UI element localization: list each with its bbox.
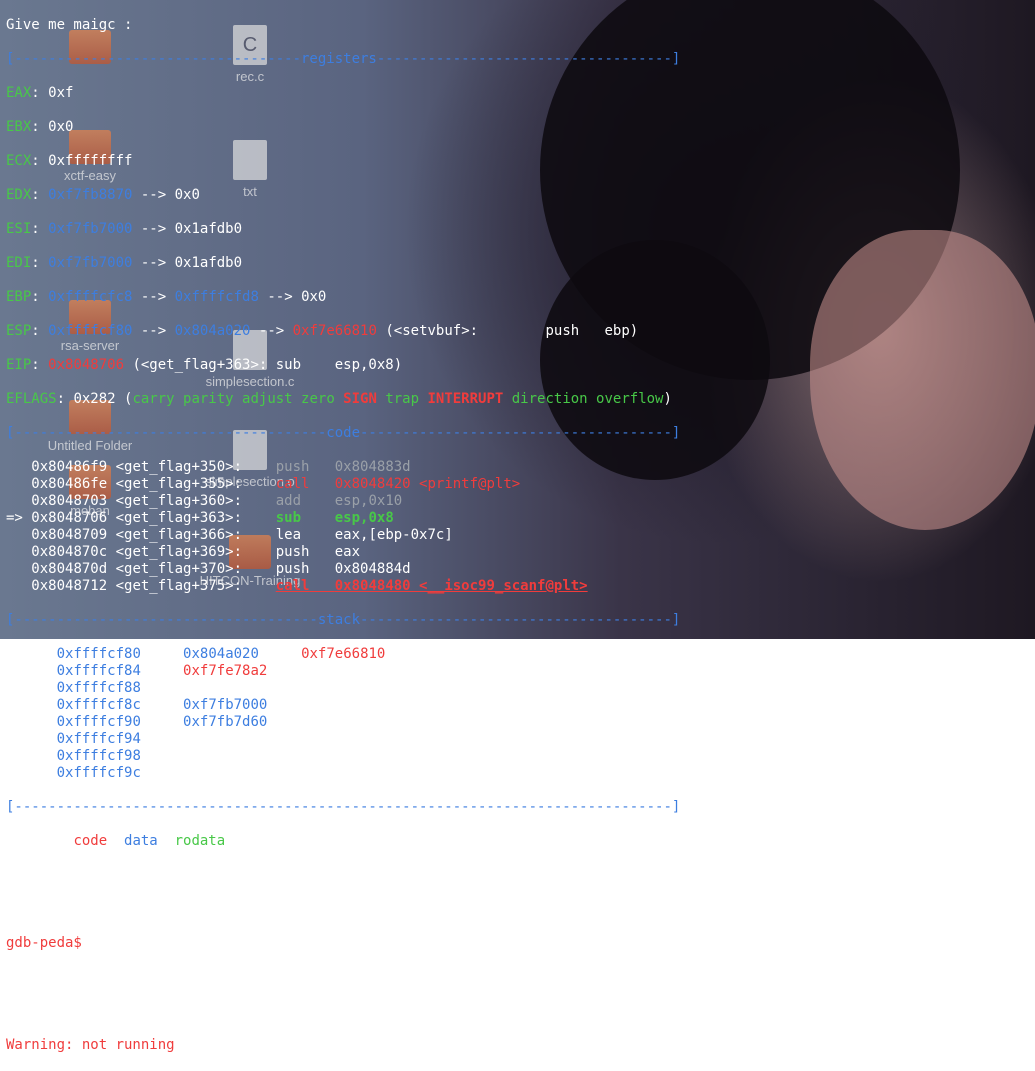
stack-row: 0012| 0xffffcf8c --> 0xf7fb7000 --> 0x1a… — [6, 697, 377, 713]
code-row: 0x8048712 <get_flag+375>: call 0x8048480… — [31, 578, 588, 594]
code-listing: 0x80486f9 <get_flag+350>: push 0x804883d… — [6, 459, 781, 595]
register-name: EAX — [6, 85, 32, 101]
section-separator-end: [---------------------------------------… — [6, 799, 681, 815]
register-row: EDI: 0xf7fb7000 --> 0x1afdb0 — [6, 255, 243, 271]
code-row: 0x804870d <get_flag+370>: push 0x804884d — [31, 561, 411, 577]
register-row: ESI: 0xf7fb7000 --> 0x1afdb0 — [6, 221, 243, 237]
stack-row: 0008| 0xffffcf88 --> 0xa643077d — [6, 680, 268, 696]
code-row: 0x804870c <get_flag+369>: push eax — [31, 544, 361, 560]
register-row: EBP: 0xffffcfc8 --> 0xffffcfd8 --> 0x0 — [6, 289, 327, 305]
section-separator-registers: [----------------------------------regis… — [6, 51, 681, 67]
eip-row: EIP: 0x8048706 (<get_flag+363>: sub esp,… — [6, 357, 403, 373]
code-row: 0x8048709 <get_flag+366>: lea eax,[ebp-0… — [31, 527, 453, 543]
register-name: ECX — [6, 153, 32, 169]
gdb-command-line[interactable]: gdb-peda$ j * 0x08048724 — [6, 935, 781, 952]
code-row: 0x80486f9 <get_flag+350>: push 0x804883d — [31, 459, 411, 475]
gdb-prompt: gdb-peda$ — [6, 935, 82, 951]
stack-row: 0000| 0xffffcf80 --> 0x804a020 --> 0xf7e… — [6, 646, 647, 662]
section-separator-code: [-------------------------------------co… — [6, 425, 681, 441]
register-row: EBX: 0x0 — [6, 119, 74, 135]
stack-listing: 0000| 0xffffcf80 --> 0x804a020 --> 0xf7e… — [6, 646, 781, 782]
register-row: EDX: 0xf7fb8870 --> 0x0 — [6, 187, 200, 203]
terminal-output[interactable]: Give me maigc : [-----------------------… — [6, 0, 781, 1071]
register-row: ECX: 0xffffffff — [6, 153, 133, 169]
wallpaper-face — [810, 230, 1035, 530]
legend-line: Legend: code, data, rodata, value — [6, 833, 285, 849]
code-row: 0x8048703 <get_flag+360>: add esp,0x10 — [31, 493, 403, 509]
continuing-line: Continuing at 0x8048724. — [6, 969, 209, 985]
breakpoint-line: Breakpoint 1, 0x08048706 in get_flag () — [6, 901, 335, 917]
code-row: 0x80486fe <get_flag+355>: call 0x8048420… — [31, 476, 521, 492]
code-row: => 0x8048706 <get_flag+363>: sub esp,0x8 — [6, 510, 394, 526]
stack-row: 0028| 0xffffcf9c --> 0x3d100b02 — [6, 765, 268, 781]
eflags-row: EFLAGS: 0x282 (carry parity adjust zero … — [6, 391, 672, 407]
section-separator-stack: [------------------------------------sta… — [6, 612, 681, 628]
register-row: EAX: 0xf — [6, 85, 74, 101]
warning-line: Warning: not running — [6, 1037, 175, 1053]
stack-row: 0004| 0xffffcf84 --> 0xf7fe78a2 (mov edi… — [6, 663, 411, 679]
flag-output-line: CTF{debugger_1s_so_p0werful_1n_dyn4m1c_4… — [6, 1003, 782, 1019]
register-row: ESP: 0xffffcf80 --> 0x804a020 --> 0xf7e6… — [6, 323, 639, 339]
register-name: EBX — [6, 119, 32, 135]
prompt-line: Give me maigc : — [6, 17, 133, 33]
stack-row: 0016| 0xffffcf90 --> 0xf7fb7d60 --> 0xfb… — [6, 714, 394, 730]
stack-row: 0024| 0xffffcf98 --> 0x193b07f8 — [6, 748, 268, 764]
stack-row: 0020| 0xffffcf94 --> 0x3 — [6, 731, 209, 747]
